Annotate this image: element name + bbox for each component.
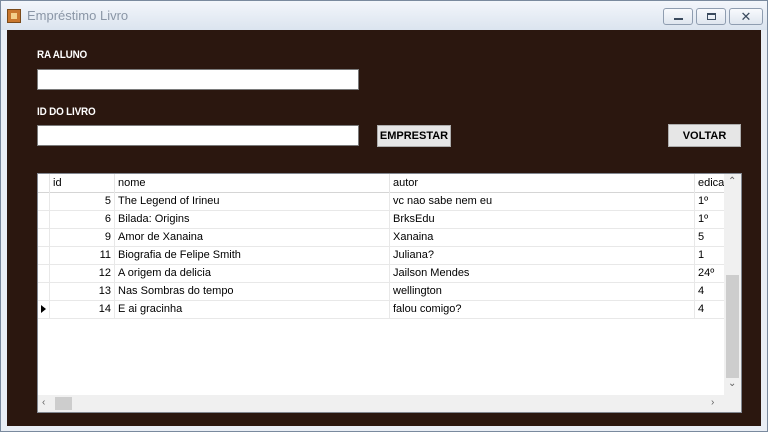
table-row[interactable]: 5 The Legend of Irineu vc nao sabe nem eu 1… <box>38 192 724 211</box>
table-cell-nome[interactable]: A origem da delicia <box>115 264 390 282</box>
table-cell-edicao[interactable]: 1º <box>695 210 724 228</box>
table-cell-id[interactable]: 9 <box>50 228 115 246</box>
ra-aluno-label: RA ALUNO <box>37 49 88 61</box>
table-cell-id[interactable]: 13 <box>50 282 115 300</box>
window-title: Empréstimo Livro <box>27 8 129 23</box>
table-cell-autor[interactable]: BrksEdu <box>390 210 695 228</box>
table-cell-nome[interactable]: E ai gracinha <box>115 300 390 318</box>
minimize-icon <box>673 18 683 20</box>
row-header[interactable] <box>38 246 50 264</box>
ra-aluno-input[interactable] <box>37 69 359 90</box>
table-cell-edicao[interactable]: 5 <box>695 228 724 246</box>
row-pointer-icon <box>41 305 46 313</box>
table-cell-id[interactable]: 5 <box>50 192 115 210</box>
table-cell-id[interactable]: 6 <box>50 210 115 228</box>
table-cell-id[interactable]: 12 <box>50 264 115 282</box>
title-bar[interactable]: Empréstimo Livro ✕ <box>1 1 767 30</box>
id-livro-input[interactable] <box>37 125 359 146</box>
row-header[interactable] <box>38 264 50 282</box>
scroll-down-icon[interactable]: ⌄ <box>728 378 736 389</box>
table-cell-edicao[interactable]: 1 <box>695 246 724 264</box>
table-cell-nome[interactable]: Biografia de Felipe Smith <box>115 246 390 264</box>
table-cell-id[interactable]: 11 <box>50 246 115 264</box>
scroll-right-icon[interactable]: › <box>711 397 714 408</box>
maximize-icon <box>706 13 716 20</box>
form-panel: RA ALUNO ID DO LIVRO EMPRESTAR VOLTAR id… <box>7 30 761 426</box>
close-button[interactable]: ✕ <box>729 8 763 25</box>
table-cell-edicao[interactable]: 4 <box>695 282 724 300</box>
column-header-id[interactable]: id <box>50 174 115 192</box>
row-header[interactable] <box>38 282 50 300</box>
table-cell-autor[interactable]: wellington <box>390 282 695 300</box>
app-window: Empréstimo Livro ✕ RA ALUNO ID DO LIVRO … <box>0 0 768 432</box>
row-header[interactable] <box>38 210 50 228</box>
table-row[interactable]: 6 Bilada: Origins BrksEdu 1º <box>38 210 724 229</box>
horizontal-scroll-thumb[interactable] <box>55 397 72 410</box>
vertical-scroll-thumb[interactable] <box>726 275 739 378</box>
books-grid[interactable]: id nome autor edicao 5The Legend of Irin… <box>37 173 742 413</box>
table-row[interactable]: 13 Nas Sombras do tempo wellington 4 <box>38 282 724 301</box>
table-cell-autor[interactable]: Juliana? <box>390 246 695 264</box>
emprestar-button[interactable]: EMPRESTAR <box>377 125 451 147</box>
table-row[interactable]: 9 Amor de Xanaina Xanaina 5 <box>38 228 724 247</box>
table-cell-id[interactable]: 14 <box>50 300 115 318</box>
table-cell-autor[interactable]: Jailson Mendes <box>390 264 695 282</box>
column-header-nome[interactable]: nome <box>115 174 390 192</box>
app-icon <box>7 9 21 23</box>
row-header[interactable] <box>38 228 50 246</box>
table-cell-edicao[interactable]: 4 <box>695 300 724 318</box>
vertical-scrollbar[interactable]: ⌃ ⌄ <box>724 174 741 395</box>
voltar-button[interactable]: VOLTAR <box>668 124 741 147</box>
id-livro-label: ID DO LIVRO <box>37 106 96 118</box>
grid-header: id nome autor edicao <box>38 174 724 193</box>
table-cell-nome[interactable]: Nas Sombras do tempo <box>115 282 390 300</box>
row-header[interactable] <box>38 192 50 210</box>
column-header-edicao[interactable]: edicao <box>695 174 724 192</box>
maximize-button[interactable] <box>696 8 726 25</box>
table-cell-edicao[interactable]: 24º <box>695 264 724 282</box>
scroll-left-icon[interactable]: ‹ <box>42 397 45 408</box>
scrollbar-corner <box>724 395 741 412</box>
row-header[interactable] <box>38 300 50 318</box>
table-cell-autor[interactable]: falou comigo? <box>390 300 695 318</box>
table-row[interactable]: 11 Biografia de Felipe Smith Juliana? 1 <box>38 246 724 265</box>
table-cell-nome[interactable]: The Legend of Irineu <box>115 192 390 210</box>
table-cell-nome[interactable]: Amor de Xanaina <box>115 228 390 246</box>
table-cell-autor[interactable]: vc nao sabe nem eu <box>390 192 695 210</box>
row-header-corner <box>38 174 50 192</box>
table-row[interactable]: 14 E ai gracinha falou comigo? 4 <box>38 300 724 319</box>
close-icon: ✕ <box>740 9 752 24</box>
table-row[interactable]: 12 A origem da delicia Jailson Mendes 24º <box>38 264 724 283</box>
table-cell-nome[interactable]: Bilada: Origins <box>115 210 390 228</box>
minimize-button[interactable] <box>663 8 693 25</box>
scroll-up-icon[interactable]: ⌃ <box>728 176 736 187</box>
column-header-autor[interactable]: autor <box>390 174 695 192</box>
table-cell-edicao[interactable]: 1º <box>695 192 724 210</box>
horizontal-scrollbar[interactable]: ‹ › <box>38 395 724 412</box>
table-cell-autor[interactable]: Xanaina <box>390 228 695 246</box>
